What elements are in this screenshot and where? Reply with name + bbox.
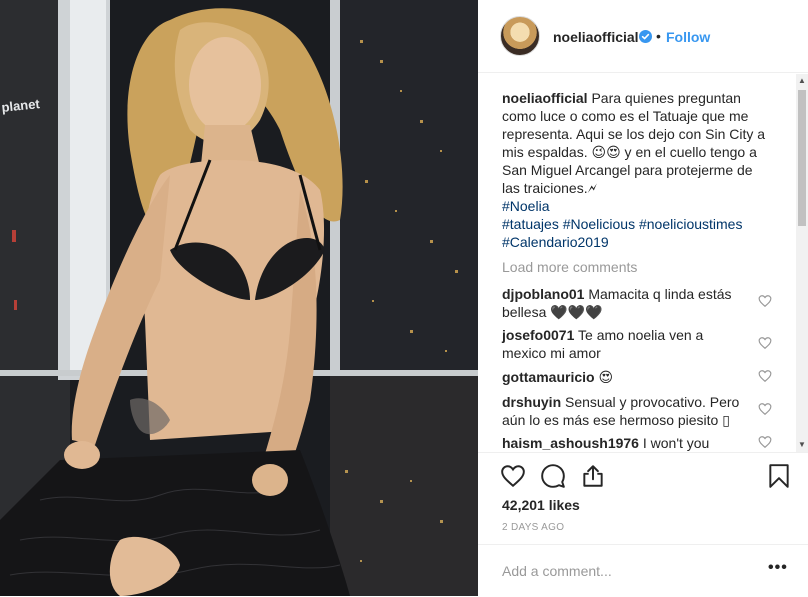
comment-like-icon[interactable] — [758, 294, 772, 308]
comment-text: I won't you — [642, 435, 710, 451]
post-sidebar: noeliaofficial • Follow noeliaofficial P… — [478, 0, 808, 596]
share-icon[interactable] — [580, 463, 606, 489]
comment-like-icon[interactable] — [758, 402, 772, 416]
comment-item: drshuyin Sensual y provocativo. Pero aún… — [502, 393, 750, 429]
comment-icon[interactable] — [540, 463, 566, 489]
comment-username[interactable]: gottamauricio — [502, 369, 595, 385]
load-more-comments-button[interactable]: Load more comments — [502, 259, 637, 275]
add-comment-input[interactable] — [500, 559, 754, 583]
header-separator: • — [656, 28, 661, 44]
more-options-button[interactable]: ••• — [768, 559, 788, 577]
add-comment-section: ••• — [478, 544, 808, 597]
comment-username[interactable]: haism_ashoush1976 — [502, 435, 639, 451]
photo-illustration: planet — [0, 0, 478, 596]
comment-like-icon[interactable] — [758, 336, 772, 350]
scroll-up-arrow[interactable]: ▲ — [796, 74, 808, 88]
comment-item: djpoblano01 Mamacita q linda estás belle… — [502, 285, 750, 321]
caption-hashtag[interactable]: #tatuajes #Noelicious #noelicioustimes — [502, 215, 772, 233]
comment-like-icon[interactable] — [758, 435, 772, 449]
bookmark-icon[interactable] — [766, 463, 792, 489]
header-username[interactable]: noeliaofficial — [553, 29, 639, 45]
post-timestamp[interactable]: 2 DAYS AGO — [502, 522, 564, 533]
comment-item: josefo0071 Te amo noelia ven a mexico mi… — [502, 326, 750, 362]
comment-username[interactable]: djpoblano01 — [502, 286, 584, 302]
comment-like-icon[interactable] — [758, 369, 772, 383]
likes-count[interactable]: 42,201 likes — [502, 497, 580, 513]
verified-badge-icon — [639, 30, 652, 43]
comment-item: gottamauricio 😍 — [502, 368, 750, 386]
comments-scrollbar[interactable]: ▲ ▼ — [796, 74, 808, 452]
post-caption: noeliaofficial Para quienes preguntan co… — [502, 89, 772, 251]
scroll-thumb[interactable] — [798, 90, 806, 226]
caption-username[interactable]: noeliaofficial — [502, 90, 588, 106]
caption-hashtag[interactable]: #Noelia — [502, 197, 772, 215]
post-actions: 42,201 likes 2 DAYS AGO — [478, 452, 808, 545]
post-photo[interactable]: planet — [0, 0, 478, 596]
comment-username[interactable]: josefo0071 — [502, 327, 574, 343]
comment-item: haism_ashoush1976 I won't you — [502, 434, 750, 452]
comment-username[interactable]: drshuyin — [502, 394, 561, 410]
scroll-down-arrow[interactable]: ▼ — [796, 438, 808, 452]
comment-text: 😍 — [598, 369, 614, 385]
follow-button[interactable]: Follow — [666, 29, 710, 45]
caption-hashtag[interactable]: #Calendario2019 — [502, 233, 772, 251]
avatar[interactable] — [500, 16, 540, 56]
comments-list[interactable]: noeliaofficial Para quienes preguntan co… — [478, 74, 796, 452]
post-header: noeliaofficial • Follow — [478, 0, 808, 73]
heart-outline-icon[interactable] — [500, 463, 526, 489]
